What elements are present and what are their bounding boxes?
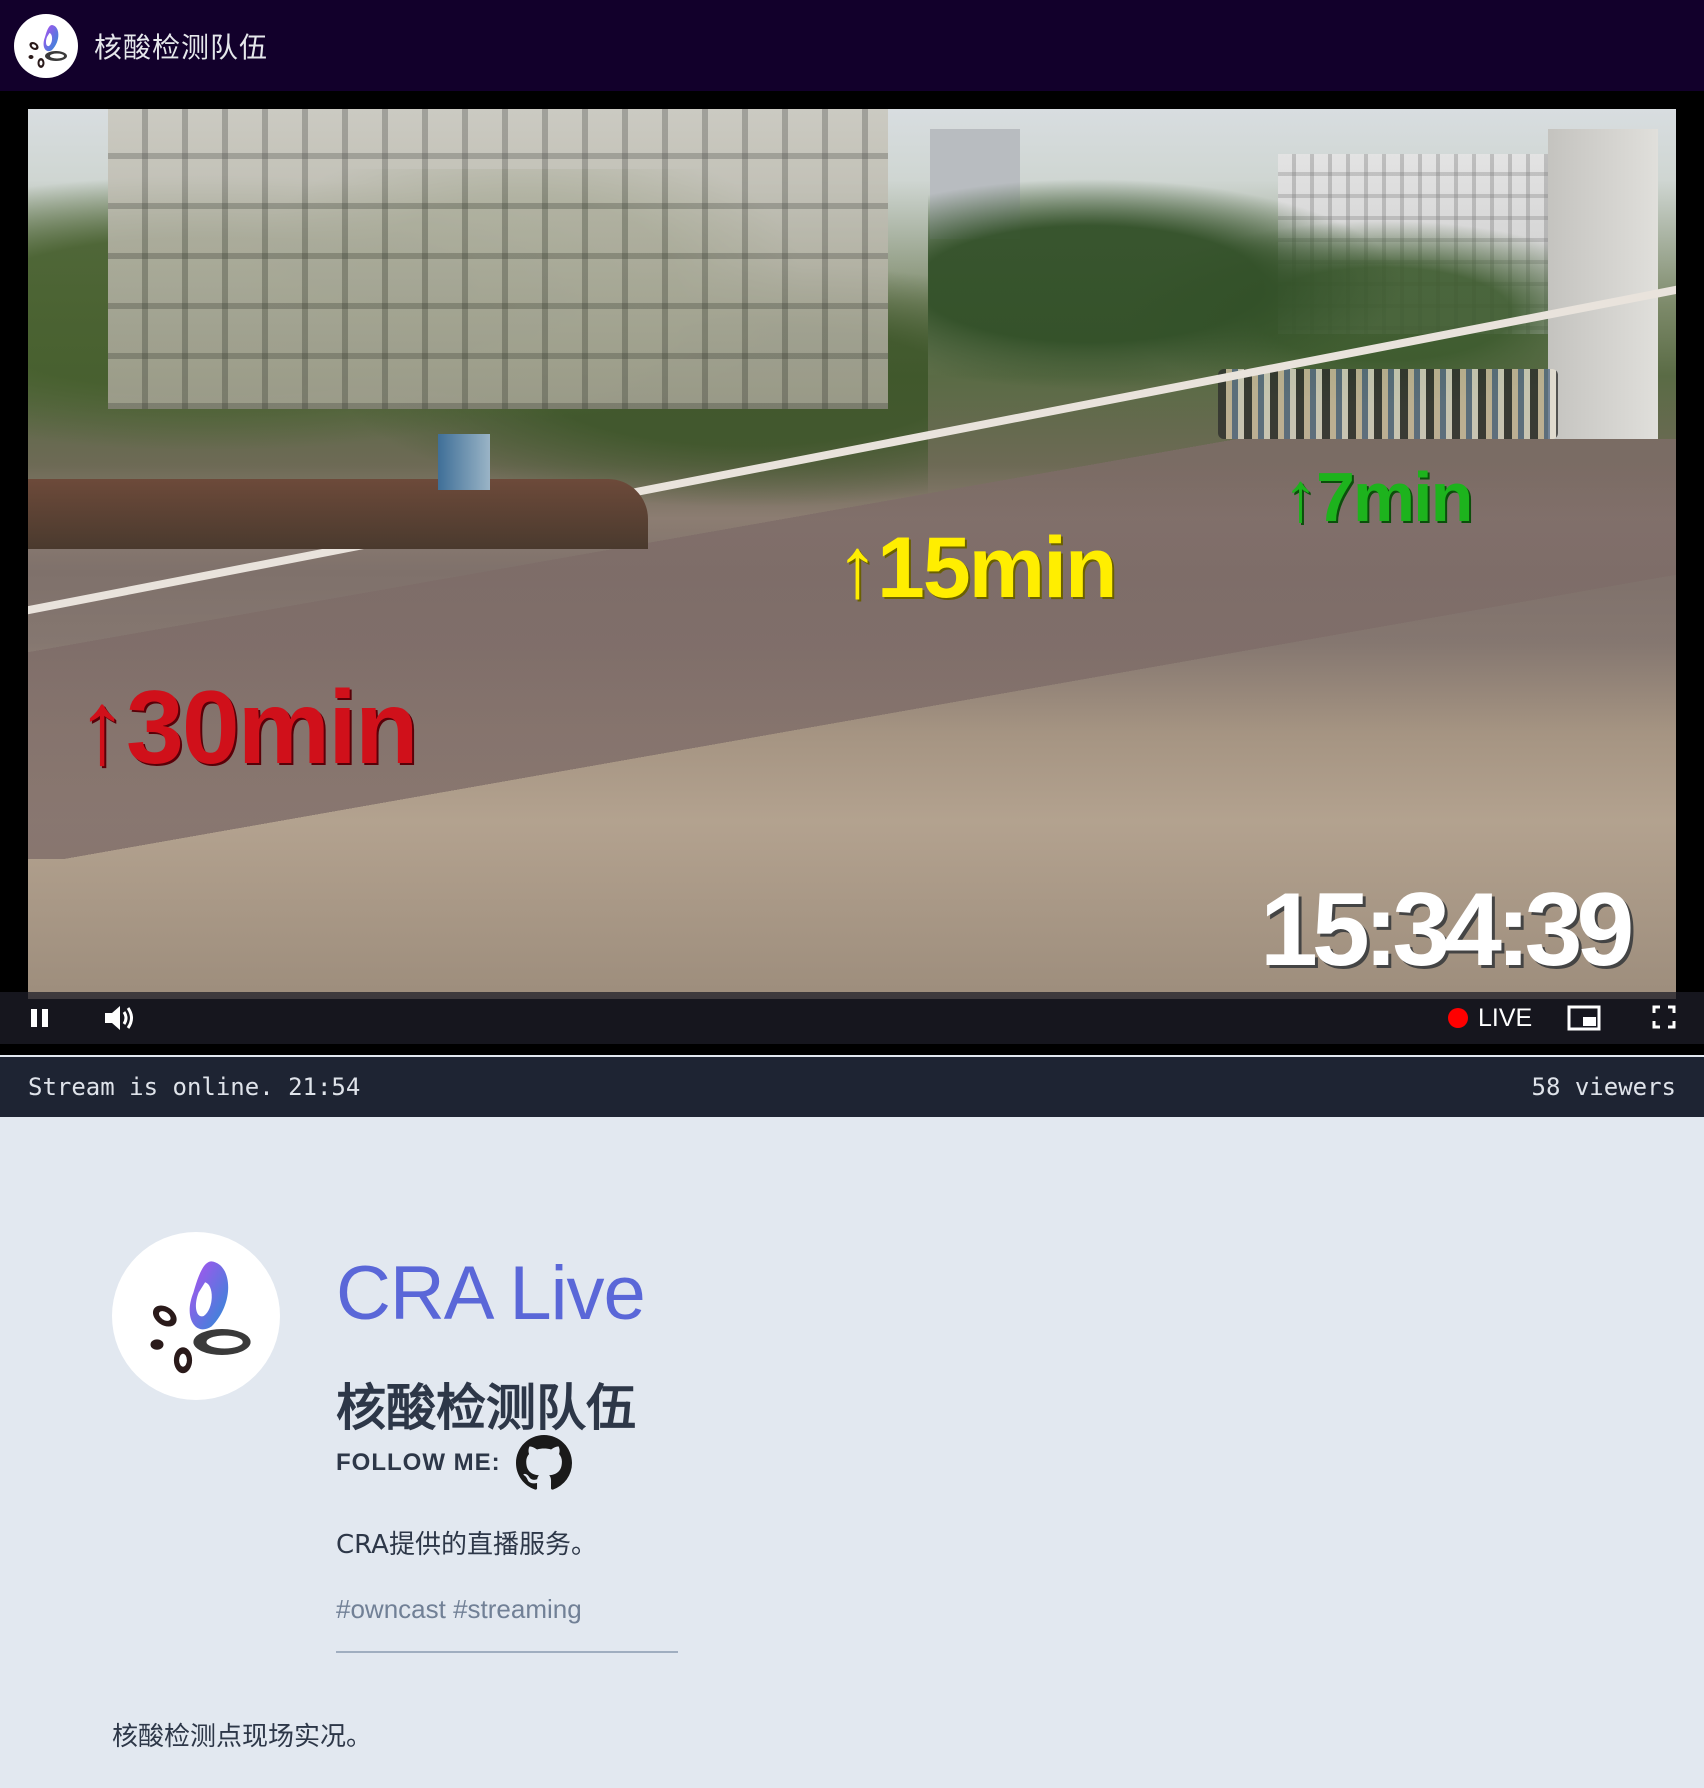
header-title: 核酸检测队伍 bbox=[94, 30, 269, 64]
pause-icon[interactable] bbox=[26, 1004, 54, 1032]
site-name: CRA Live bbox=[336, 1251, 646, 1336]
stream-title: 核酸检测队伍 bbox=[336, 1379, 636, 1437]
wait-7-label: ↑7min bbox=[1283, 458, 1473, 536]
follow-label: FOLLOW ME: bbox=[336, 1449, 501, 1476]
owncast-logo-icon[interactable] bbox=[14, 13, 78, 78]
stream-summary: CRA提供的直播服务。 bbox=[336, 1530, 597, 1560]
github-icon[interactable] bbox=[515, 1434, 573, 1492]
stream-status-text: Stream is online. 21:54 bbox=[28, 1073, 361, 1101]
live-dot bbox=[1448, 1008, 1468, 1028]
app-header: 核酸检测队伍 bbox=[0, 0, 1704, 91]
stream-tags: #owncast #streaming bbox=[336, 1594, 582, 1624]
stream-status-bar: Stream is online. 21:54 58 viewers bbox=[0, 1057, 1704, 1117]
scene-building bbox=[108, 109, 888, 409]
viewer-count: 58 viewers bbox=[1531, 1073, 1677, 1101]
live-label: LIVE bbox=[1478, 1003, 1533, 1032]
video-player[interactable]: ↑7min ↑15min ↑30min 15:34:39 LIVE bbox=[0, 91, 1704, 1055]
scene-hedge bbox=[28, 479, 648, 549]
wait-15-label: ↑15min bbox=[836, 520, 1118, 616]
player-controls: LIVE bbox=[0, 992, 1704, 1044]
scene-pillar bbox=[1548, 129, 1658, 439]
wait-30-label: ↑30min bbox=[76, 670, 419, 786]
social-links: FOLLOW ME: bbox=[336, 1434, 573, 1492]
video-frame[interactable]: ↑7min ↑15min ↑30min 15:34:39 bbox=[28, 109, 1676, 999]
live-indicator[interactable]: LIVE bbox=[1448, 1002, 1532, 1034]
picture-in-picture-icon[interactable] bbox=[1566, 1004, 1602, 1032]
scene-trash-bin bbox=[438, 434, 490, 490]
video-clock: 15:34:39 bbox=[1260, 872, 1634, 988]
profile-logo-icon bbox=[112, 1232, 280, 1400]
scene-queue bbox=[1218, 369, 1558, 439]
extra-page-content: 核酸检测点现场实况。 bbox=[112, 1722, 373, 1752]
volume-icon[interactable] bbox=[102, 1003, 138, 1033]
divider bbox=[336, 1651, 678, 1653]
fullscreen-icon[interactable] bbox=[1652, 1004, 1676, 1030]
